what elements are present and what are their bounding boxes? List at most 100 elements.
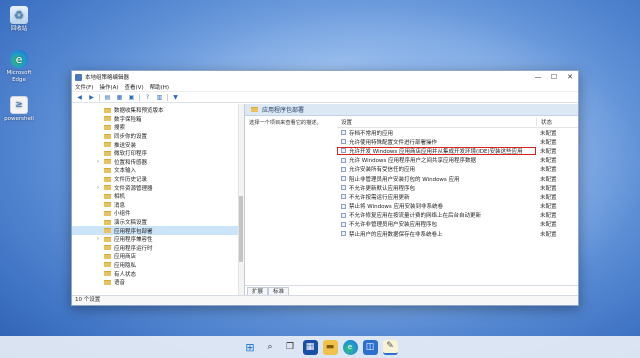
- tree-item[interactable]: 推送安装: [72, 140, 244, 149]
- desktop-icon-edge[interactable]: e Microsoft Edge: [1, 50, 37, 84]
- tree-item-label: 同步你的设置: [114, 134, 148, 141]
- column-state[interactable]: 状态: [536, 118, 578, 126]
- view-icon[interactable]: ▥: [155, 93, 164, 101]
- tree-item[interactable]: › 位置和传感器: [72, 158, 244, 167]
- tab-standard[interactable]: 标准: [268, 287, 290, 295]
- setting-name: 禁止将 Windows 应用安装到非系统卷: [349, 204, 444, 211]
- expand-chevron-icon[interactable]: ›: [97, 159, 99, 165]
- powershell-icon: ≥: [10, 96, 28, 114]
- tree-item[interactable]: › 文件资源管理器: [72, 183, 244, 192]
- details-pane: 应用程序包部署 选择一个项目来查看它的描述。 设置 状态 存档不常用的应用 未配置…: [245, 104, 578, 295]
- list-item[interactable]: 禁止将 Windows 应用安装到非系统卷 未配置: [337, 202, 578, 211]
- folder-icon: [251, 107, 258, 112]
- tab-extended[interactable]: 扩展: [247, 287, 269, 295]
- folder-icon: [104, 210, 111, 216]
- menu-view[interactable]: 查看(V): [125, 83, 144, 91]
- tree-item[interactable]: 应用程序运行时: [72, 244, 244, 253]
- tree-item-label: 推送安装: [114, 142, 137, 149]
- tree-item-label: 相机: [114, 194, 126, 201]
- list-item[interactable]: 不允许按需运行应用更新 未配置: [337, 192, 578, 201]
- task-view-icon[interactable]: ❐: [283, 340, 298, 355]
- filter-icon[interactable]: ▼: [171, 93, 180, 101]
- up-icon[interactable]: ▤: [103, 93, 112, 101]
- list-item[interactable]: 阻止非管理员用户安装打包的 Windows 应用 未配置: [337, 174, 578, 183]
- folder-icon: [104, 133, 111, 139]
- tree-scrollbar[interactable]: [238, 104, 244, 295]
- edge-icon: e: [10, 50, 28, 68]
- tree-item[interactable]: 数字保险箱: [72, 115, 244, 124]
- setting-name: 存档不常用的应用: [349, 130, 394, 137]
- list-item[interactable]: 允许使用特殊配置文件进行部署操作 未配置: [337, 137, 578, 146]
- expand-chevron-icon[interactable]: ›: [97, 236, 99, 242]
- list-item[interactable]: 存档不常用的应用 未配置: [337, 128, 578, 137]
- list-item[interactable]: 不允许更新默认应用程序包 未配置: [337, 183, 578, 192]
- desktop-icon-powershell[interactable]: ≥ powershell: [1, 96, 37, 123]
- setting-state: 未配置: [540, 167, 557, 174]
- notepad-icon[interactable]: ✎: [382, 339, 398, 355]
- tree-item-label: 应用程序包部署: [114, 228, 153, 235]
- policy-setting-icon: [341, 194, 346, 200]
- toolbar-separator: [99, 93, 100, 101]
- policy-setting-icon: [341, 185, 346, 191]
- tree-item[interactable]: 文件历史记录: [72, 175, 244, 184]
- tree-item[interactable]: 应用商店: [72, 252, 244, 261]
- export-icon[interactable]: ▣: [127, 93, 136, 101]
- tree-item[interactable]: 数据收集和预览版本: [72, 106, 244, 115]
- desktop-icon-recycle-bin[interactable]: ♻ 回收站: [1, 6, 37, 33]
- maximize-button[interactable]: ☐: [546, 71, 562, 83]
- title-bar[interactable]: 本地组策略编辑器 — ☐ ✕: [72, 71, 578, 83]
- menu-action[interactable]: 操作(A): [99, 83, 118, 91]
- list-item[interactable]: 不允许修复应用在按流量计费的网络上在后台自动更新 未配置: [337, 211, 578, 220]
- tree-item[interactable]: 消息: [72, 201, 244, 210]
- close-button[interactable]: ✕: [562, 71, 578, 83]
- folder-icon: [104, 253, 111, 259]
- show-hide-tree-icon[interactable]: ▦: [115, 93, 124, 101]
- taskbar: ⊞ ⌕ ❐ ▦ ▬ e ◫ ✎: [0, 336, 640, 358]
- settings-list: 设置 状态 存档不常用的应用 未配置 允许使用特殊配置文件进行部署操作 未配置 允许…: [337, 117, 578, 285]
- edge-icon[interactable]: e: [342, 339, 358, 355]
- store-icon[interactable]: ◫: [362, 339, 378, 355]
- policy-setting-icon: [341, 148, 346, 154]
- tree-item[interactable]: 相机: [72, 192, 244, 201]
- setting-state: 未配置: [540, 130, 557, 137]
- tree-item[interactable]: 小组件: [72, 209, 244, 218]
- tree-item[interactable]: › 应用程序兼容性: [72, 235, 244, 244]
- expand-chevron-icon[interactable]: ›: [97, 185, 99, 191]
- widgets-icon[interactable]: ▦: [302, 339, 318, 355]
- help-icon[interactable]: ?: [143, 93, 152, 101]
- file-explorer-icon[interactable]: ▬: [322, 339, 338, 355]
- tree-item[interactable]: 语音: [72, 278, 244, 287]
- menu-help[interactable]: 帮助(H): [150, 83, 169, 91]
- tree-item-label: 应用商店: [114, 254, 137, 261]
- tree-scroll-thumb[interactable]: [239, 196, 243, 262]
- column-setting[interactable]: 设置: [337, 118, 536, 126]
- menu-file[interactable]: 文件(F): [75, 83, 93, 91]
- details-header-title: 应用程序包部署: [262, 107, 305, 114]
- start-icon[interactable]: ⊞: [243, 340, 258, 355]
- forward-icon[interactable]: ▶: [87, 93, 96, 101]
- minimize-button[interactable]: —: [530, 71, 546, 83]
- search-icon[interactable]: ⌕: [263, 340, 278, 355]
- tree-item-label: 文本输入: [114, 168, 137, 175]
- list-item[interactable]: 允许 Windows 应用程序用户之间共享应用程序数据 未配置: [337, 156, 578, 165]
- back-icon[interactable]: ◀: [75, 93, 84, 101]
- folder-icon: [104, 202, 111, 208]
- list-item[interactable]: 允许安装所有受信任的应用 未配置: [337, 165, 578, 174]
- desktop-icon-label: powershell: [4, 116, 34, 122]
- toolbar-separator: [167, 93, 168, 101]
- list-item[interactable]: 禁止用户的应用数据保存在非系统卷上 未配置: [337, 229, 578, 238]
- folder-icon: [104, 228, 111, 234]
- list-item[interactable]: 不允许非管理员用户安装应用程序包 未配置: [337, 220, 578, 229]
- folder-icon: [104, 116, 111, 122]
- tree-item[interactable]: 演示文稿设置: [72, 218, 244, 227]
- list-item-highlighted[interactable]: 允许开发 Windows 应用商店应用并从集成开发环境(IDE)安装这些应用 未配…: [337, 146, 578, 155]
- folder-icon: [104, 142, 111, 148]
- tree-item[interactable]: 应用隐私: [72, 261, 244, 270]
- folder-icon: [104, 193, 111, 199]
- tree-item[interactable]: 文本输入: [72, 166, 244, 175]
- tree-item[interactable]: 同步你的设置: [72, 132, 244, 141]
- tree-item[interactable]: 有人状态: [72, 269, 244, 278]
- tree-item[interactable]: 微软打印程序: [72, 149, 244, 158]
- tree-item[interactable]: 搜索: [72, 123, 244, 132]
- tree-item-selected[interactable]: 应用程序包部署: [72, 226, 244, 235]
